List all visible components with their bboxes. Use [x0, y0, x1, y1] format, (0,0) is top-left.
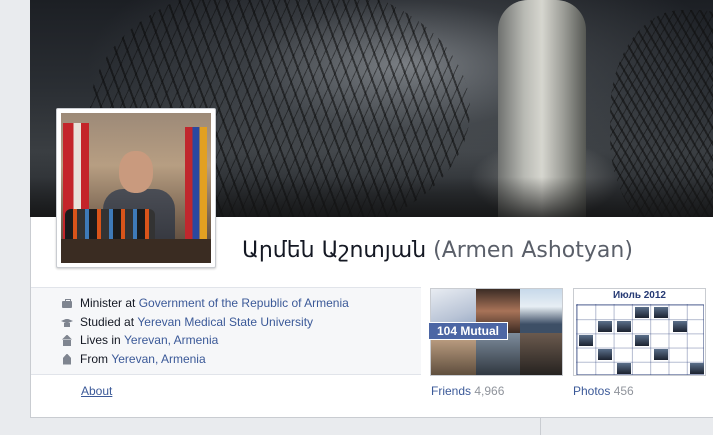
mutual-friends-badge[interactable]: 104 Mutual — [428, 322, 508, 340]
person-head — [119, 151, 153, 193]
photos-link[interactable]: Photos 456 — [573, 384, 634, 398]
armenia-flag — [185, 127, 207, 257]
calendar-grid — [576, 304, 704, 375]
profile-name-primary[interactable]: Արմեն Աշոտյան — [242, 238, 426, 263]
calendar-photo — [598, 349, 612, 360]
briefcase-icon — [61, 298, 73, 309]
intro-work-row: Minister at Government of the Republic o… — [61, 294, 349, 312]
intro-lives-link[interactable]: Yerevan, Armenia — [124, 333, 218, 347]
intro-education-prefix: Studied at — [80, 315, 135, 329]
photos-thumbnail[interactable]: Июль 2012 — [573, 288, 706, 376]
calendar-photo — [654, 349, 668, 360]
page-background-strip — [0, 418, 713, 435]
podium — [61, 239, 211, 263]
calendar-photo — [673, 321, 687, 332]
intro-work-link[interactable]: Government of the Republic of Armenia — [139, 296, 349, 310]
calendar-photo — [690, 363, 704, 374]
about-link[interactable]: About — [81, 384, 112, 398]
intro-box: Minister at Government of the Republic o… — [31, 287, 421, 375]
calendar-photo — [579, 335, 593, 346]
location-pin-icon — [61, 354, 73, 365]
calendar-photo — [617, 321, 631, 332]
home-icon — [61, 335, 73, 346]
intro-education-row: Studied at Yerevan Medical State Univers… — [61, 313, 313, 331]
photos-label-text[interactable]: Photos — [573, 384, 610, 398]
friends-label-text[interactable]: Friends — [431, 384, 471, 398]
graduation-cap-icon — [61, 317, 73, 328]
calendar-photo — [617, 363, 631, 374]
photos-count: 456 — [613, 384, 634, 398]
friends-count: 4,966 — [474, 384, 505, 398]
calendar-title: Июль 2012 — [612, 290, 666, 301]
profile-name-alternate: (Armen Ashotyan) — [433, 238, 633, 263]
calendar-photo — [635, 335, 649, 346]
intro-work-prefix: Minister at — [80, 296, 136, 310]
calendar-photo — [654, 307, 668, 318]
calendar-photo — [635, 307, 649, 318]
friends-link[interactable]: Friends 4,966 — [431, 384, 504, 398]
intro-education-link[interactable]: Yerevan Medical State University — [137, 315, 313, 329]
intro-from-prefix: From — [80, 352, 108, 366]
intro-lives-prefix: Lives in — [80, 333, 121, 347]
calendar-photo — [598, 321, 612, 332]
profile-name[interactable]: Արմեն Աշոտյան (Armen Ashotyan) — [242, 238, 633, 263]
intro-from-link[interactable]: Yerevan, Armenia — [111, 352, 205, 366]
profile-picture[interactable] — [56, 108, 216, 268]
friend-photo — [520, 333, 562, 375]
column-divider — [540, 418, 541, 435]
profile-photo-image — [61, 113, 211, 263]
friend-photo — [520, 289, 562, 333]
intro-from-row: From Yerevan, Armenia — [61, 350, 206, 368]
intro-lives-row: Lives in Yerevan, Armenia — [61, 331, 218, 349]
